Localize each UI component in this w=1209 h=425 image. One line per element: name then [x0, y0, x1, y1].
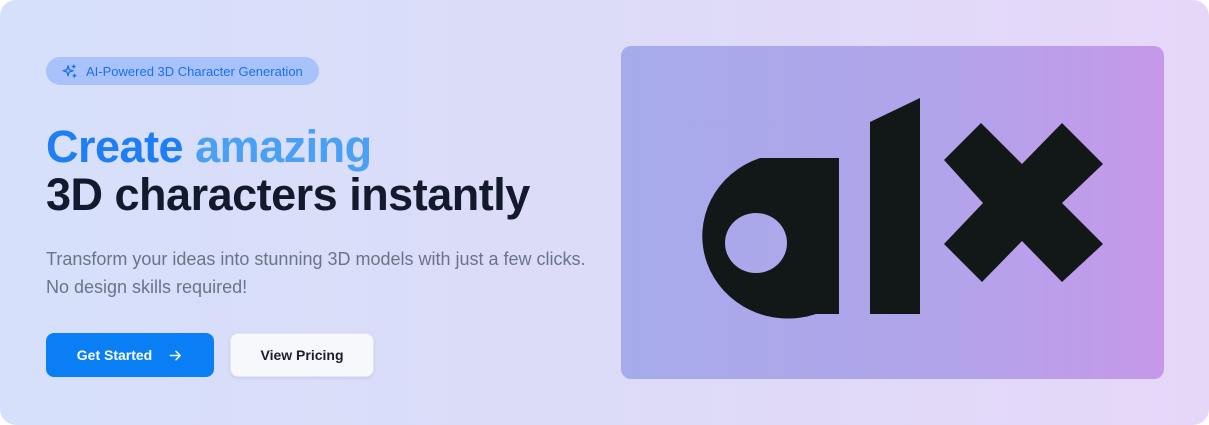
logo-showcase: [621, 46, 1164, 379]
headline-accent: amazing: [195, 121, 372, 172]
alx-logo: [702, 98, 1103, 319]
badge-label: AI-Powered 3D Character Generation: [86, 63, 303, 79]
headline-lead: Create: [46, 121, 196, 172]
arrow-right-icon: [169, 350, 182, 360]
get-started-label: Get Started: [76, 347, 153, 363]
page-title: Create amazing 3D characters instantly: [46, 123, 606, 219]
subtitle-line-1: Transform your ideas into stunning 3D mo…: [46, 249, 586, 269]
subtitle-line-2: No design skills required!: [46, 277, 248, 297]
headline-line-1: Create amazing: [46, 123, 606, 171]
headline-line-2: 3D characters instantly: [46, 169, 530, 220]
hero-content: AI-Powered 3D Character Generation Creat…: [46, 57, 606, 377]
feature-badge: AI-Powered 3D Character Generation: [46, 57, 319, 85]
hero-actions: Get Started View Pricing: [46, 333, 606, 377]
get-started-button[interactable]: Get Started: [46, 333, 214, 377]
view-pricing-button[interactable]: View Pricing: [230, 333, 374, 377]
view-pricing-label: View Pricing: [260, 347, 344, 363]
sparkles-icon: [62, 63, 77, 78]
hero-subtitle: Transform your ideas into stunning 3D mo…: [46, 245, 606, 301]
hero-section: AI-Powered 3D Character Generation Creat…: [0, 0, 1209, 425]
